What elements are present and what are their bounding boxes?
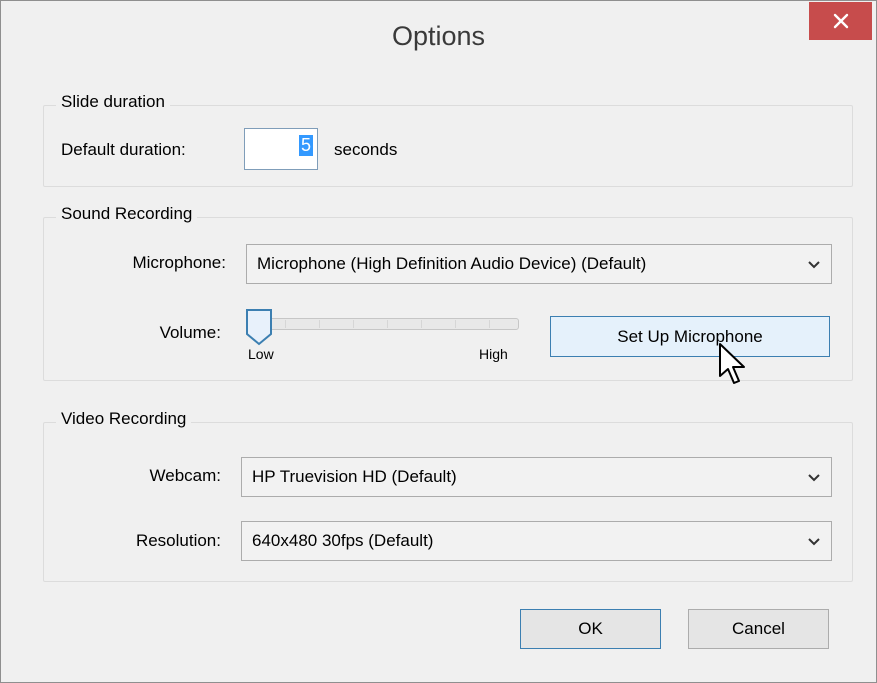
volume-label: Volume: <box>159 323 221 342</box>
resolution-label: Resolution: <box>135 531 221 550</box>
title-bar[interactable]: Options <box>1 1 876 77</box>
resolution-select[interactable]: 640x480 30fps (Default) <box>241 521 832 561</box>
webcam-value: HP Truevision HD (Default) <box>252 467 457 486</box>
ok-button[interactable]: OK <box>520 609 661 649</box>
chevron-down-icon <box>808 261 820 269</box>
volume-tick <box>489 320 490 328</box>
default-duration-input[interactable]: 5 <box>244 128 318 170</box>
volume-tick <box>285 320 286 328</box>
webcam-select[interactable]: HP Truevision HD (Default) <box>241 457 832 497</box>
microphone-select[interactable]: Microphone (High Definition Audio Device… <box>246 244 832 284</box>
close-icon <box>833 13 848 29</box>
video-recording-legend: Video Recording <box>56 409 192 429</box>
volume-low-label: Low <box>248 346 274 362</box>
volume-slider-thumb[interactable] <box>245 308 273 346</box>
mouse-cursor-icon <box>719 343 745 384</box>
volume-high-label: High <box>479 346 508 362</box>
duration-unit-label: seconds <box>334 140 398 159</box>
volume-tick <box>421 320 422 328</box>
microphone-label: Microphone: <box>132 253 226 272</box>
set-up-microphone-button[interactable]: Set Up Microphone <box>550 316 830 357</box>
chevron-down-icon <box>808 538 820 546</box>
slide-duration-legend: Slide duration <box>56 92 170 112</box>
cancel-button[interactable]: Cancel <box>688 609 829 649</box>
webcam-label: Webcam: <box>149 466 222 485</box>
volume-tick <box>455 320 456 328</box>
volume-tick <box>353 320 354 328</box>
volume-slider-track[interactable] <box>248 318 519 330</box>
dialog-title: Options <box>391 21 486 51</box>
volume-tick <box>319 320 320 328</box>
default-duration-label: Default duration: <box>61 140 186 159</box>
close-button[interactable] <box>809 2 872 40</box>
options-dialog: Options Slide duration Default duration:… <box>0 0 877 683</box>
default-duration-value: 5 <box>298 135 313 156</box>
microphone-value: Microphone (High Definition Audio Device… <box>257 254 647 273</box>
volume-tick <box>387 320 388 328</box>
chevron-down-icon <box>808 474 820 482</box>
sound-recording-legend: Sound Recording <box>56 204 198 224</box>
resolution-value: 640x480 30fps (Default) <box>252 531 434 550</box>
